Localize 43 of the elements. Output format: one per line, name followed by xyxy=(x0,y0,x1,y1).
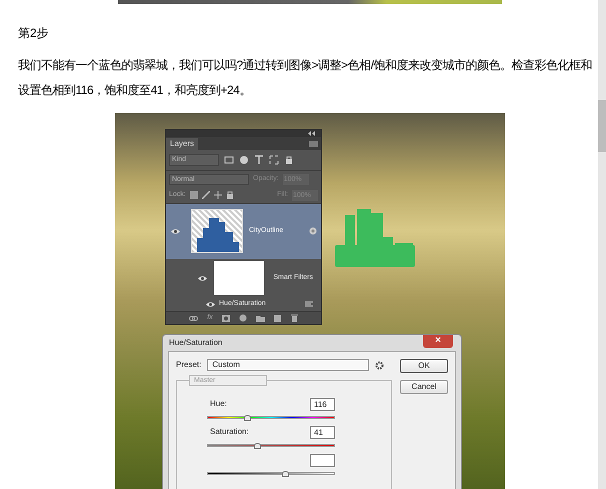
gear-icon[interactable] xyxy=(375,360,384,370)
scrollbar[interactable] xyxy=(598,0,606,489)
value-field[interactable]: 41 xyxy=(310,426,335,438)
smart-object-icon[interactable] xyxy=(309,227,317,236)
dialog-button[interactable]: OK xyxy=(400,359,448,373)
dialog-button[interactable]: Cancel xyxy=(400,380,448,394)
lock-pixels-icon[interactable] xyxy=(190,191,198,200)
eye-icon[interactable] xyxy=(198,274,207,282)
preset-label: Preset: xyxy=(176,359,202,371)
image-filter-icon[interactable] xyxy=(224,155,234,166)
close-button[interactable]: × xyxy=(423,334,453,348)
shape-filter-icon[interactable] xyxy=(269,155,279,166)
dialog-title: Hue/Saturation xyxy=(169,337,222,349)
value-field[interactable] xyxy=(310,454,335,466)
trash-icon[interactable] xyxy=(290,314,298,322)
brush-icon[interactable] xyxy=(202,191,210,200)
move-icon[interactable] xyxy=(214,191,222,200)
eye-icon[interactable] xyxy=(171,228,180,235)
value-field[interactable]: 116 xyxy=(310,398,335,410)
filter-mask-thumbnail xyxy=(214,261,264,296)
slider-label: Saturation: xyxy=(210,426,249,438)
circle-filter-icon[interactable] xyxy=(239,155,249,166)
link-icon[interactable] xyxy=(189,316,198,321)
type-filter-icon[interactable] xyxy=(254,155,264,166)
folder-icon[interactable] xyxy=(256,314,265,322)
menu-icon[interactable] xyxy=(309,140,318,147)
slider-thumb[interactable] xyxy=(244,415,252,421)
paragraph: 我们不能有一个蓝色的翡翠城，我们可以吗?通过转到图像>调整>色相/饱和度来改变城市的颜色。检查彩色化框和设置色相到116，饱和度至41，和亮度到+24。 xyxy=(18,57,594,99)
city-thumbnail-icon[interactable] xyxy=(195,216,239,252)
step-heading: 第2步 xyxy=(18,25,50,42)
slider-label: Hue: xyxy=(210,398,227,410)
lock-filter-icon[interactable] xyxy=(284,155,294,166)
slider-thumb[interactable] xyxy=(254,443,262,449)
mask-icon[interactable] xyxy=(222,314,230,322)
filter-options-icon[interactable] xyxy=(305,301,313,308)
new-layer-icon[interactable] xyxy=(274,314,282,322)
adjustment-icon[interactable] xyxy=(238,314,247,322)
eye-icon[interactable] xyxy=(206,300,215,308)
layers-tab[interactable]: Layers xyxy=(166,138,198,150)
slider-thumb[interactable] xyxy=(282,471,290,477)
scrollbar-thumb[interactable] xyxy=(598,100,606,152)
lock-icon[interactable] xyxy=(226,191,234,200)
preset-dropdown[interactable]: Custom xyxy=(207,359,370,371)
